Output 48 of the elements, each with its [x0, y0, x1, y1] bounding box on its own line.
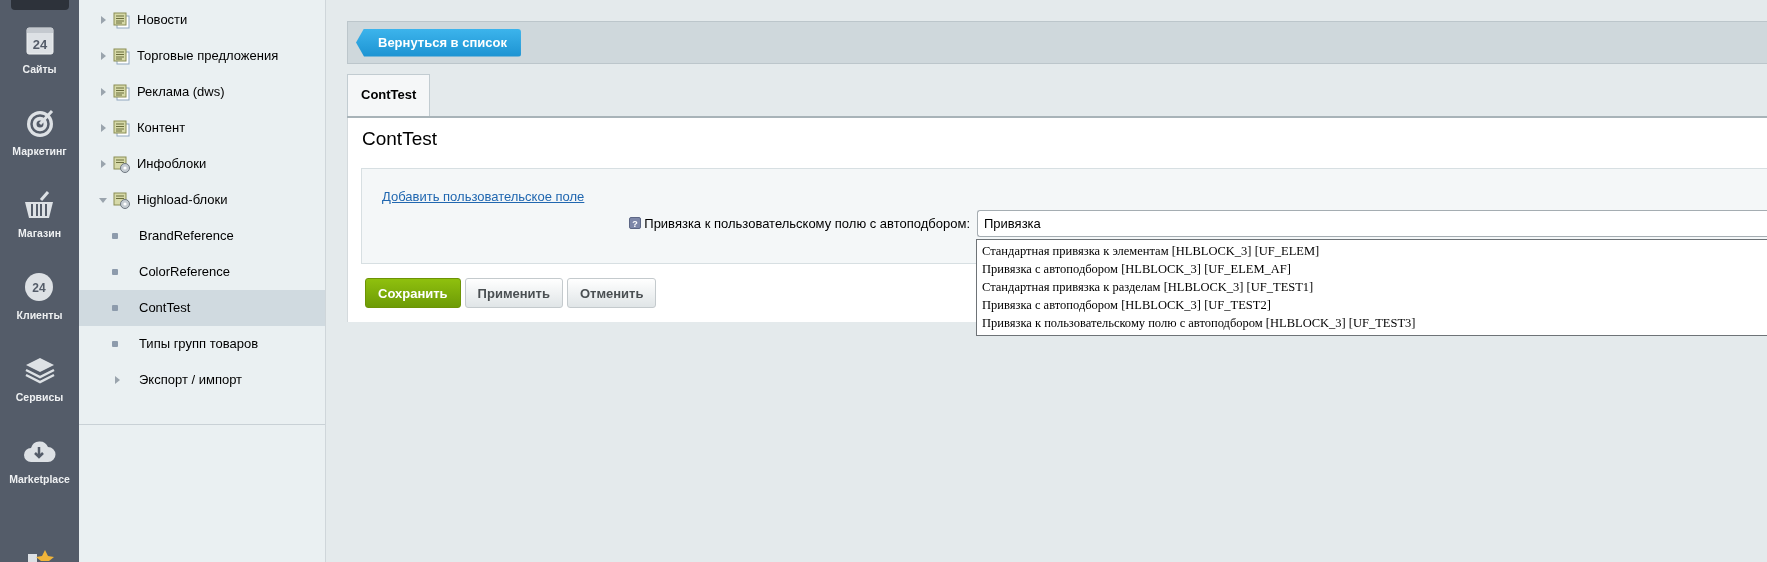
main-menu-item[interactable]: Marketplace [9, 434, 70, 516]
main-menu-item[interactable]: 24 Клиенты [16, 270, 63, 352]
tree-item[interactable]: ColorReference [79, 254, 325, 290]
bullet-icon [112, 269, 118, 275]
settings-icon [113, 155, 130, 173]
tree-item[interactable]: ContTest [79, 290, 325, 326]
collapse-arrow-icon[interactable] [98, 195, 108, 205]
tree-item[interactable]: Новости [79, 2, 325, 38]
tree-item[interactable]: Контент [79, 110, 325, 146]
expand-arrow-icon[interactable] [98, 87, 108, 97]
bullet-icon [112, 233, 118, 239]
main-menu-item[interactable]: 24 Сайты [22, 24, 57, 106]
suggestion-item[interactable]: Привязка с автоподбором [HLBLOCK_3] [UF_ELEM_AF] [977, 260, 1767, 279]
list-icon [113, 47, 130, 65]
main-menu-item[interactable]: Сервисы [15, 352, 64, 434]
bullet-icon [112, 341, 118, 347]
suggestion-item[interactable]: Привязка к пользовательскому полю с автоподбором [HLBLOCK_3] [UF_TEST3] [977, 314, 1767, 333]
autocomplete-input[interactable]: Привязка [977, 209, 1767, 237]
expand-arrow-icon[interactable] [112, 375, 122, 385]
list-icon [113, 83, 130, 101]
tree-item[interactable]: Экспорт / импорт [79, 362, 325, 398]
settings-icon [113, 191, 130, 209]
tree-item[interactable]: Реклама (dws) [79, 74, 325, 110]
field-label: Привязка к пользовательскому полю с автоподбором: [644, 214, 970, 233]
form-button[interactable]: Отменить [566, 278, 657, 309]
form-button[interactable]: Применить [464, 278, 563, 309]
suggestion-item[interactable]: Привязка с автоподбором [HLBLOCK_3] [UF_TEST2] [977, 296, 1767, 315]
suggestion-item[interactable]: Стандартная привязка к разделам [HLBLOCK_3] [UF_TEST1] [977, 278, 1767, 297]
tab[interactable]: ContTest [347, 74, 431, 116]
expand-arrow-icon[interactable] [98, 15, 108, 25]
tree-item[interactable]: Торговые предложения [79, 38, 325, 74]
main-menu-item[interactable]: Маркетинг [12, 106, 67, 188]
bullet-icon [112, 305, 118, 311]
suggestion-item[interactable]: Стандартная привязка к элементам [HLBLOCK_3] [UF_ELEM] [977, 242, 1767, 261]
page-title: ContTest [362, 127, 438, 151]
expand-arrow-icon[interactable] [98, 123, 108, 133]
tree-item[interactable]: Типы групп товаров [79, 326, 325, 362]
list-icon [113, 11, 130, 29]
list-icon [113, 119, 130, 137]
help-icon[interactable]: ? [629, 217, 642, 230]
expand-arrow-icon[interactable] [98, 51, 108, 61]
expand-arrow-icon[interactable] [98, 159, 108, 169]
logo-block [10, 0, 69, 10]
tree-item[interactable]: Инфоблоки [79, 146, 325, 182]
tree-item[interactable]: BrandReference [79, 218, 325, 254]
main-menu-item[interactable]: Магазин [17, 188, 62, 270]
tree-item[interactable]: Highload-блоки [79, 182, 325, 218]
add-field-link[interactable]: Добавить пользовательское поле [382, 189, 585, 205]
